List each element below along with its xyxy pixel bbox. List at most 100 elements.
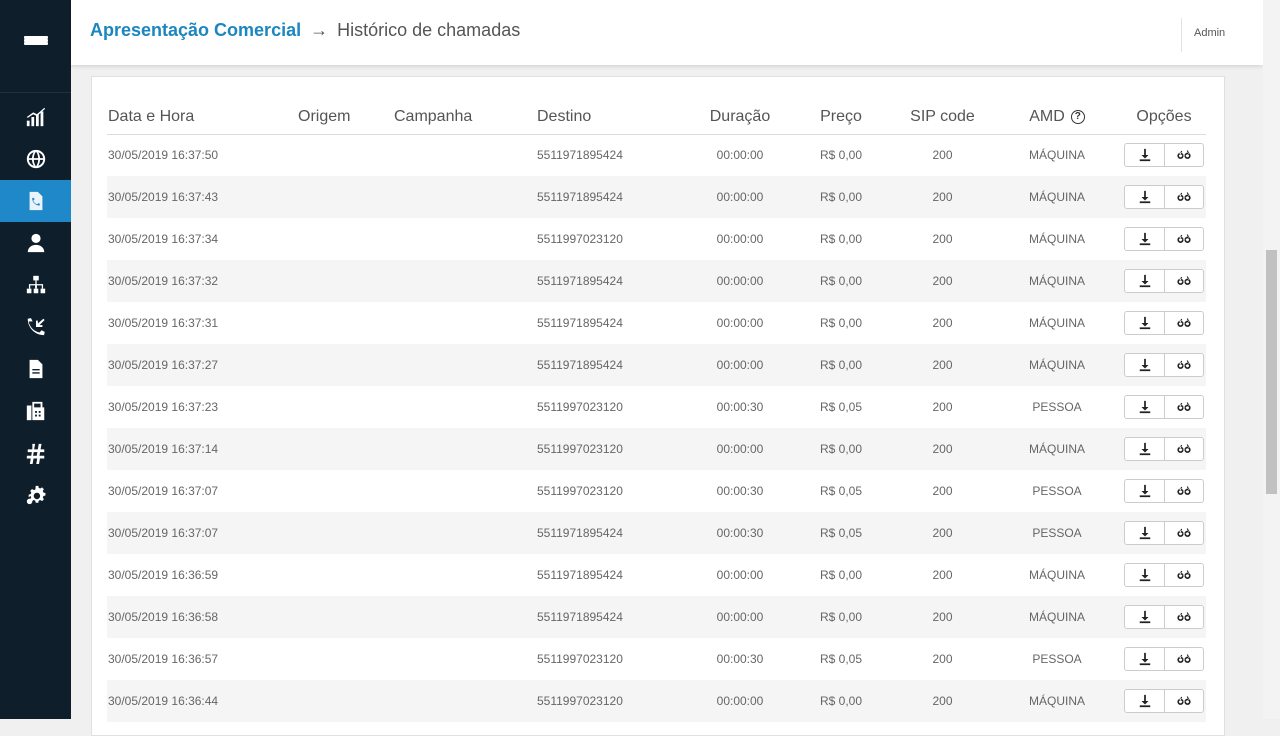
listen-recording-button[interactable] [1164, 228, 1203, 250]
listen-recording-button[interactable] [1164, 270, 1203, 292]
cell-datetime: 30/05/2019 16:37:32 [107, 260, 298, 302]
row-actions [1124, 647, 1204, 671]
cell-sip-code: 200 [932, 484, 953, 498]
cell-options [1122, 554, 1206, 596]
menu-toggle-button[interactable] [0, 0, 71, 93]
sidebar-item-extensions[interactable] [0, 432, 71, 474]
download-recording-button[interactable] [1125, 522, 1164, 544]
listen-recording-button[interactable] [1164, 480, 1203, 502]
cell-options [1122, 134, 1206, 176]
download-recording-button[interactable] [1125, 648, 1164, 670]
cell-origin [298, 386, 394, 428]
download-icon [1138, 568, 1152, 582]
sidebar-item-settings[interactable] [0, 474, 71, 516]
sidebar-item-dashboard[interactable] [0, 96, 71, 138]
cell-datetime: 30/05/2019 16:36:57 [108, 652, 219, 666]
sidebar-item-call-history[interactable] [0, 180, 71, 222]
cell-datetime: 30/05/2019 16:37:34 [108, 232, 219, 246]
listen-recording-button[interactable] [1164, 564, 1203, 586]
column-header-datetime[interactable]: Data e Hora [107, 101, 298, 135]
column-header-price[interactable]: Preço [789, 101, 893, 135]
row-actions [1124, 353, 1204, 377]
sidebar-item-network[interactable] [0, 138, 71, 180]
cell-duration: 00:00:00 [716, 568, 764, 582]
help-icon[interactable]: ? [1070, 110, 1085, 125]
table-body: 30/05/2019 16:37:50 5511971895424 00:00:00… [107, 134, 1206, 722]
download-recording-button[interactable] [1125, 312, 1164, 334]
chart-icon [26, 107, 45, 127]
cell-sip-code: 200 [932, 232, 953, 246]
cell-price: R$ 0,00 [789, 428, 893, 470]
cell-datetime: 30/05/2019 16:37:27 [107, 344, 298, 386]
sidebar-item-reports[interactable] [0, 348, 71, 390]
listen-recording-button[interactable] [1164, 648, 1203, 670]
column-header-origin[interactable]: Origem [298, 101, 394, 135]
download-recording-button[interactable] [1125, 564, 1164, 586]
column-header-destination[interactable]: Destino [537, 101, 691, 135]
user-menu[interactable]: Admin [1194, 27, 1225, 39]
listen-recording-button[interactable] [1164, 522, 1203, 544]
cell-amd: PESSOA [992, 512, 1122, 554]
download-recording-button[interactable] [1125, 438, 1164, 460]
cell-origin [298, 680, 394, 722]
cell-options [1122, 176, 1206, 218]
download-recording-button[interactable] [1125, 690, 1164, 712]
sidebar-item-structure[interactable] [0, 264, 71, 306]
column-header-options: Opções [1122, 101, 1206, 135]
listen-recording-button[interactable] [1164, 438, 1203, 460]
download-recording-button[interactable] [1125, 228, 1164, 250]
column-header-campaign[interactable]: Campanha [394, 101, 537, 135]
table-row: 30/05/2019 16:37:31 5511971895424 00:00:00… [107, 302, 1206, 344]
listen-recording-button[interactable] [1164, 690, 1203, 712]
download-recording-button[interactable] [1125, 354, 1164, 376]
cell-amd: MÁQUINA [1028, 232, 1085, 246]
cell-duration: 00:00:00 [691, 428, 789, 470]
download-recording-button[interactable] [1125, 270, 1164, 292]
cell-sip-code: 200 [932, 652, 953, 666]
cell-datetime: 30/05/2019 16:36:59 [108, 568, 219, 582]
listen-recording-button[interactable] [1164, 312, 1203, 334]
column-header-duration[interactable]: Duração [691, 101, 789, 135]
listen-recording-button[interactable] [1164, 144, 1203, 167]
cell-campaign [394, 218, 537, 260]
cell-amd: MÁQUINA [992, 680, 1122, 722]
top-bar: Apresentação Comercial → Histórico de ch… [71, 0, 1263, 65]
cell-origin [298, 302, 394, 344]
download-icon [1138, 274, 1152, 288]
cell-options [1122, 386, 1206, 428]
download-recording-button[interactable] [1125, 606, 1164, 628]
globe-icon [26, 149, 45, 169]
listen-recording-button[interactable] [1164, 396, 1203, 418]
page-scrollbar-thumb[interactable] [1266, 250, 1277, 494]
sidebar [0, 0, 71, 719]
breadcrumb-root[interactable]: Apresentação Comercial [90, 20, 301, 40]
cell-origin [298, 218, 394, 260]
cell-price: R$ 0,05 [819, 400, 863, 414]
listen-recording-button[interactable] [1164, 354, 1203, 376]
sidebar-item-calls[interactable] [0, 306, 71, 348]
download-icon [1138, 400, 1152, 414]
listen-recording-button[interactable] [1164, 186, 1203, 208]
cell-destination: 5511997023120 [537, 680, 691, 722]
column-header-sip-code[interactable]: SIP code [893, 101, 992, 135]
column-header-amd[interactable]: AMD? [992, 101, 1122, 135]
download-recording-button[interactable] [1125, 480, 1164, 502]
cell-datetime: 30/05/2019 16:37:43 [107, 176, 298, 218]
cell-sip-code: 200 [893, 596, 992, 638]
cell-datetime: 30/05/2019 16:37:07 [107, 512, 298, 554]
cell-datetime: 30/05/2019 16:37:50 [108, 148, 219, 163]
cell-origin [298, 176, 394, 218]
sidebar-item-fax[interactable] [0, 390, 71, 432]
download-recording-button[interactable] [1125, 396, 1164, 418]
sidebar-item-users[interactable] [0, 222, 71, 264]
cell-datetime: 30/05/2019 16:37:31 [108, 316, 219, 330]
listen-icon [1177, 232, 1191, 246]
download-recording-button[interactable] [1125, 144, 1164, 166]
cell-sip-code: 200 [932, 148, 953, 163]
download-icon [1138, 484, 1152, 498]
document-icon [29, 359, 42, 379]
listen-recording-button[interactable] [1164, 606, 1203, 628]
download-recording-button[interactable] [1125, 186, 1164, 208]
call-history-table: Data e Hora Origem Campanha Destino Dura… [107, 101, 1206, 722]
listen-icon [1177, 610, 1191, 624]
